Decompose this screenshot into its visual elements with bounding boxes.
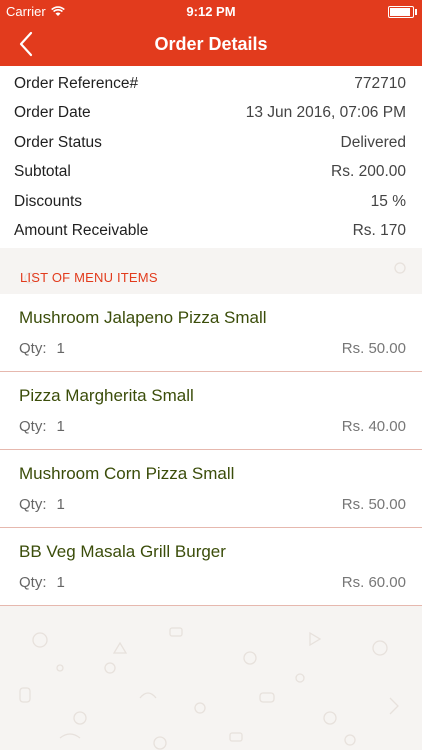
order-date-row: Order Date 13 Jun 2016, 07:06 PM: [0, 99, 422, 128]
item-qty: Qty: 1: [19, 496, 65, 513]
summary-value: 13 Jun 2016, 07:06 PM: [245, 104, 406, 122]
battery-icon: [388, 6, 417, 18]
item-price: Rs. 50.00: [341, 340, 406, 357]
list-item[interactable]: BB Veg Masala Grill Burger Qty: 1 Rs. 60.…: [0, 528, 422, 606]
list-item[interactable]: Pizza Margherita Small Qty: 1 Rs. 40.00: [0, 372, 422, 450]
amount-receivable-row: Amount Receivable Rs. 170: [0, 217, 422, 246]
summary-label: Amount Receivable: [14, 221, 149, 239]
item-qty: Qty: 1: [19, 340, 65, 357]
item-name: Mushroom Jalapeno Pizza Small: [19, 308, 267, 327]
summary-label: Order Date: [14, 104, 91, 122]
qty-value: 1: [56, 574, 65, 591]
summary-value: Rs. 200.00: [331, 163, 406, 181]
summary-value: Rs. 170: [352, 221, 406, 239]
discounts-row: Discounts 15 %: [0, 188, 422, 217]
summary-value: 772710: [354, 75, 406, 92]
qty-label: Qty:: [19, 574, 47, 591]
qty-label: Qty:: [19, 418, 47, 435]
item-price: Rs. 40.00: [341, 418, 406, 435]
list-item[interactable]: Mushroom Jalapeno Pizza Small Qty: 1 Rs. …: [0, 294, 422, 372]
summary-label: Discounts: [14, 192, 83, 210]
order-reference-row: Order Reference# 772710: [0, 70, 422, 99]
status-bar: Carrier 9:12 PM: [0, 0, 422, 22]
order-status-row: Order Status Delivered: [0, 129, 422, 158]
summary-value: 15 %: [370, 192, 406, 210]
item-price: Rs. 50.00: [341, 496, 406, 513]
menu-items-header: LIST OF MENU ITEMS: [0, 262, 422, 295]
summary-label: Order Reference#: [14, 75, 139, 92]
subtotal-row: Subtotal Rs. 200.00: [0, 158, 422, 187]
item-qty: Qty: 1: [19, 574, 65, 591]
menu-items-header-label: LIST OF MENU ITEMS: [20, 270, 158, 285]
item-name: BB Veg Masala Grill Burger: [19, 542, 226, 561]
item-qty: Qty: 1: [19, 418, 65, 435]
menu-items-list: Mushroom Jalapeno Pizza Small Qty: 1 Rs. …: [0, 294, 422, 606]
summary-label: Order Status: [14, 133, 102, 151]
item-price: Rs. 60.00: [341, 574, 406, 591]
status-time: 9:12 PM: [186, 4, 236, 19]
item-name: Pizza Margherita Small: [19, 386, 194, 405]
item-name: Mushroom Corn Pizza Small: [19, 464, 235, 483]
nav-bar: Order Details: [0, 22, 422, 66]
list-item[interactable]: Mushroom Corn Pizza Small Qty: 1 Rs. 50.0…: [0, 450, 422, 528]
qty-value: 1: [56, 340, 65, 357]
page-title: Order Details: [154, 34, 268, 54]
qty-label: Qty:: [19, 496, 47, 513]
qty-value: 1: [56, 496, 65, 513]
order-summary: Order Reference# 772710 Order Date 13 Ju…: [0, 70, 422, 246]
summary-label: Subtotal: [14, 163, 71, 181]
qty-value: 1: [56, 418, 65, 435]
qty-label: Qty:: [19, 340, 47, 357]
summary-value: Delivered: [340, 133, 406, 151]
